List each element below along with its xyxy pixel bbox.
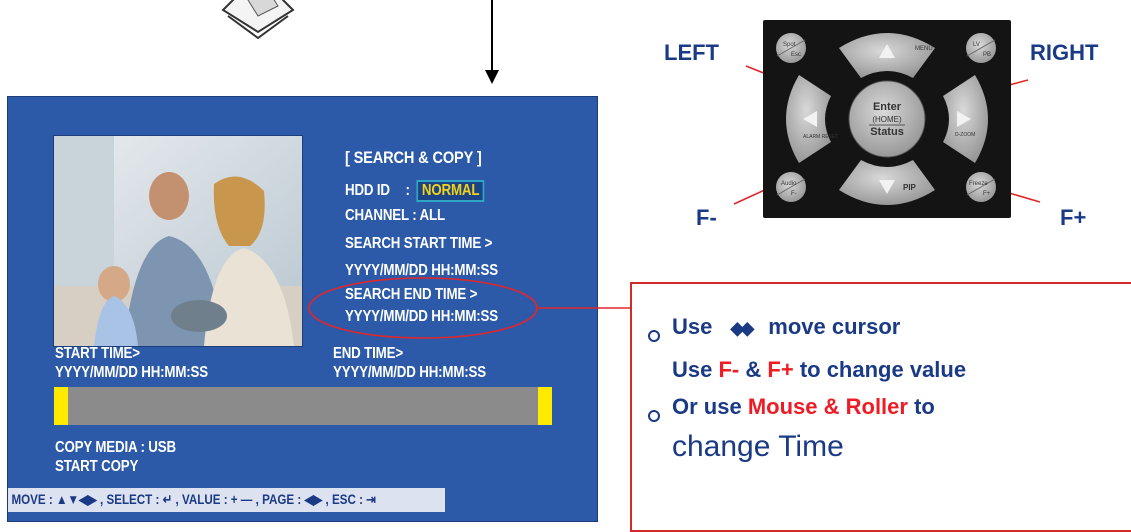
home-text: (HOME) [872, 115, 902, 124]
line3-suffix: to [914, 394, 935, 419]
f-plus-label: F+ [1060, 205, 1087, 230]
f-minus-label: F- [696, 205, 717, 230]
line1-suffix: move cursor [768, 314, 901, 339]
lv-text: LV [973, 42, 980, 48]
instruction-line-4: change Time [672, 430, 844, 463]
bullet-2 [648, 410, 660, 422]
line3-prefix: Or use [672, 394, 742, 419]
left-label: LEFT [664, 40, 719, 65]
bullet-1 [648, 330, 660, 342]
pb-text: PB [983, 52, 991, 58]
left-right-arrows-icon: ◆◆ [730, 318, 754, 338]
line2-amp: & [745, 357, 762, 382]
line2-f-plus: F+ [767, 357, 794, 382]
spot-text: Spot [783, 42, 796, 48]
audio-text: Audio [781, 181, 797, 187]
instruction-line-2: Use F- & F+ to change value [672, 357, 966, 383]
line1-prefix: Use [672, 314, 713, 339]
freeze-text: Freeze [969, 181, 988, 187]
line2-prefix: Use [672, 357, 713, 382]
instruction-box: Use ◆◆ move cursor Use F- & F+ to change… [630, 282, 1131, 532]
line2-f-minus: F- [718, 357, 740, 382]
status-text: Status [870, 126, 904, 138]
instruction-line-3: Or use Mouse & Roller to [672, 394, 935, 420]
menu-text: MENU [915, 46, 933, 52]
alarm-reset-text: ALARM RESET [803, 134, 838, 140]
remote-control-panel: Enter (HOME) Status MENU PIP ALARM RESET… [763, 20, 1011, 218]
f-plus-small-text: F+ [983, 191, 991, 197]
right-label: RIGHT [1030, 40, 1099, 65]
enter-text: Enter [873, 101, 902, 113]
dzoom-text: D-ZOOM [955, 132, 975, 138]
pip-text: PIP [903, 183, 917, 192]
esc-text: Esc [791, 52, 801, 58]
instruction-line-1: Use ◆◆ move cursor [672, 314, 900, 340]
line2-suffix: to change value [799, 357, 967, 382]
line3-mouse-roller: Mouse & Roller [747, 394, 908, 419]
f-minus-small-text: F- [791, 191, 797, 197]
